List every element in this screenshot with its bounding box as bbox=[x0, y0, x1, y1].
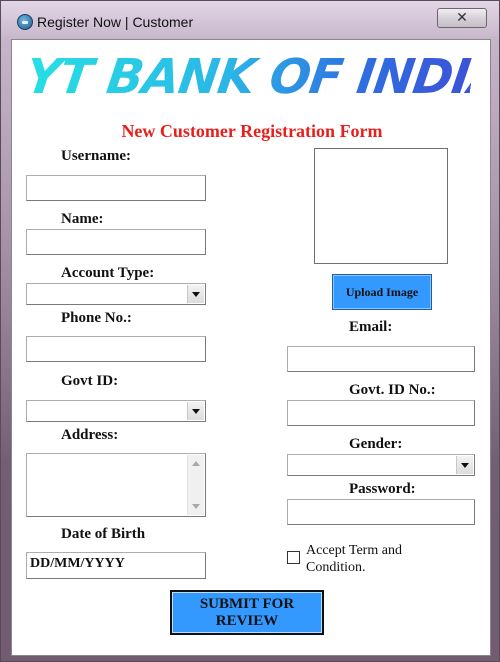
address-label: Address: bbox=[61, 427, 119, 443]
chevron-down-icon[interactable] bbox=[187, 402, 204, 420]
govt-id-dropdown[interactable] bbox=[26, 400, 206, 422]
gender-label: Gender: bbox=[349, 436, 403, 452]
username-label: Username: bbox=[61, 148, 131, 164]
scroll-up-icon[interactable] bbox=[192, 461, 200, 466]
submit-label-line2: REVIEW bbox=[215, 612, 279, 629]
gender-dropdown[interactable] bbox=[287, 454, 475, 476]
accept-terms-label[interactable]: Accept Term and Condition. bbox=[306, 542, 402, 576]
form-title: New Customer Registration Form bbox=[121, 121, 383, 141]
close-button[interactable]: ✕ bbox=[437, 8, 487, 28]
submit-label-line1: SUBMIT FOR bbox=[199, 595, 295, 612]
close-icon: ✕ bbox=[456, 10, 468, 26]
phone-input[interactable] bbox=[26, 336, 206, 362]
chevron-down-icon[interactable] bbox=[187, 285, 204, 303]
email-input[interactable] bbox=[287, 346, 475, 372]
name-label: Name: bbox=[61, 211, 104, 227]
address-textarea[interactable] bbox=[26, 453, 206, 517]
title-bar[interactable]: Register Now | Customer ✕ bbox=[1, 1, 500, 39]
username-input[interactable] bbox=[26, 175, 206, 201]
accept-terms-checkbox[interactable] bbox=[287, 551, 300, 564]
account-type-label: Account Type: bbox=[61, 265, 155, 281]
app-icon bbox=[17, 14, 33, 30]
accept-terms-line1: Accept Term and bbox=[306, 543, 402, 558]
phone-label: Phone No.: bbox=[61, 310, 132, 326]
account-type-dropdown[interactable] bbox=[26, 283, 206, 305]
address-scrollbar[interactable] bbox=[187, 455, 204, 515]
password-label: Password: bbox=[349, 481, 416, 497]
email-label: Email: bbox=[349, 319, 393, 335]
dob-value: DD/MM/YYYY bbox=[30, 556, 125, 571]
bank-logo-banner: YT BANK OF INDIA bbox=[22, 49, 500, 105]
govt-id-no-input[interactable] bbox=[287, 400, 475, 426]
dob-input[interactable]: DD/MM/YYYY bbox=[26, 552, 206, 579]
window-title: Register Now | Customer bbox=[37, 14, 194, 30]
password-input[interactable] bbox=[287, 499, 475, 525]
registration-window: Register Now | Customer ✕ YT BANK OF IND… bbox=[0, 0, 500, 662]
dob-label: Date of Birth bbox=[61, 526, 146, 542]
form-panel: YT BANK OF INDIA New Customer Registrati… bbox=[11, 39, 500, 656]
submit-for-review-button[interactable]: SUBMIT FOR REVIEW bbox=[170, 590, 324, 635]
profile-image-preview bbox=[314, 148, 448, 264]
accept-terms-line2: Condition. bbox=[306, 560, 366, 575]
upload-image-button[interactable]: Upload Image bbox=[332, 274, 432, 310]
govt-id-no-label: Govt. ID No.: bbox=[349, 382, 436, 398]
govt-id-label: Govt ID: bbox=[61, 373, 119, 389]
chevron-down-icon[interactable] bbox=[456, 456, 473, 474]
name-input[interactable] bbox=[26, 229, 206, 255]
scroll-down-icon[interactable] bbox=[192, 504, 200, 509]
